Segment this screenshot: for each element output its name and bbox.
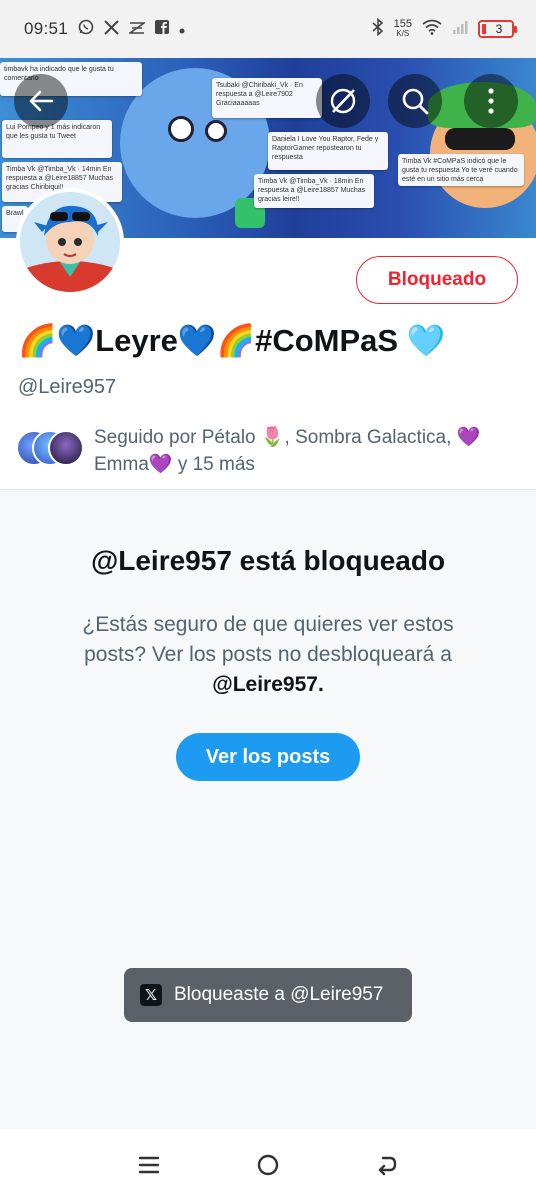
blocked-description-end: . [317, 673, 324, 696]
blocked-button[interactable]: Bloqueado [356, 256, 518, 304]
back-button[interactable] [14, 74, 68, 128]
profile-avatar[interactable] [16, 188, 124, 296]
profile-name: 🌈💙Leyre💙🌈#CoMPaS 🩵 [18, 323, 446, 358]
banner-card: Timba Vk @Timba_Vk · 18min En respuesta … [254, 174, 374, 208]
blocked-description-text: ¿Estás seguro de que quieres ver estos p… [82, 613, 454, 666]
blocked-content-area: @Leire957 está bloqueado ¿Estás seguro d… [0, 489, 536, 1129]
more-button[interactable] [464, 74, 518, 128]
blocked-toast: 𝕏 Bloqueaste a @Leire957 [124, 968, 412, 1022]
banner-card-text: timbavk ha indicado que le gusta tu come… [4, 66, 114, 82]
blocked-title: @Leire957 está bloqueado [90, 545, 446, 576]
banner-card: Tsubaki @Chiribaki_Vk · En respuesta a @… [212, 78, 322, 118]
signal-app-icon [127, 20, 147, 39]
speed-value: 155 [393, 18, 412, 30]
status-bar: 09:51 155 K/S 3 [0, 0, 536, 58]
back-icon [378, 1156, 396, 1175]
bluetooth-icon [372, 17, 384, 40]
banner-card-text: Timba Vk #CoMPaS indicó que le gusta tu … [402, 158, 518, 183]
status-time: 09:51 [24, 19, 69, 38]
banner-card-text: Timba Vk @Timba_Vk · 18min En respuesta … [258, 178, 366, 203]
x-logo-icon: 𝕏 [140, 984, 162, 1006]
blocked-description: ¿Estás seguro de que quieres ver estos p… [60, 610, 476, 700]
banner-card-text: Tsubaki @Chiribaki_Vk · En respuesta a @… [216, 82, 303, 107]
followed-by-text: Seguido por Pétalo 🌷, Sombra Galactica, … [94, 427, 481, 475]
blocked-description-handle: @Leire957 [212, 673, 318, 696]
follower-avatar [48, 430, 84, 466]
recent-apps-icon [139, 1156, 160, 1173]
back-nav-button[interactable] [367, 1145, 407, 1185]
cell-signal-icon [452, 19, 468, 39]
search-icon [402, 88, 429, 115]
banner-card-text: Daniela I Love You Raptor, Fede y Raptor… [272, 136, 379, 161]
banner-character-eye-right [205, 120, 227, 142]
x-icon [104, 19, 119, 39]
banner-card: Lui Pompeo y 1 más indicaron que les gus… [2, 120, 112, 158]
toast-text: Bloqueaste a @Leire957 [174, 984, 384, 1005]
banner-card-text: Timba Vk @Timba_Vk · 14min En respuesta … [6, 166, 114, 191]
banner-character-eye-left [168, 116, 194, 142]
slash-circle-icon [330, 88, 356, 114]
recent-apps-button[interactable] [129, 1145, 169, 1185]
banner-card-text: Brawl [6, 210, 24, 217]
avatar-illustration [20, 192, 120, 292]
network-speed: 155 K/S [394, 19, 412, 39]
home-button[interactable] [248, 1145, 288, 1185]
status-left: 09:51 [24, 19, 185, 39]
search-button[interactable] [388, 74, 442, 128]
dot-icon [179, 21, 185, 38]
arrow-left-icon [29, 90, 54, 112]
grok-button[interactable] [316, 74, 370, 128]
profile-handle: @Leire957 [18, 376, 117, 398]
facebook-icon [155, 20, 170, 38]
system-nav-bar [0, 1129, 536, 1200]
view-posts-button[interactable]: Ver los posts [176, 733, 360, 781]
battery-level: 3 [495, 22, 503, 36]
followed-by-row[interactable]: Seguido por Pétalo 🌷, Sombra Galactica, … [16, 424, 516, 478]
status-right: 155 K/S 3 [372, 17, 517, 40]
home-circle-icon [257, 1154, 279, 1175]
battery-icon: 3 [478, 20, 517, 38]
banner-character-right-glasses [445, 128, 515, 150]
banner-card: Timba Vk #CoMPaS indicó que le gusta tu … [398, 154, 524, 186]
followed-by-avatars [16, 430, 86, 470]
wifi-icon [422, 19, 442, 39]
whatsapp-icon [78, 19, 94, 39]
banner-card: Daniela I Love You Raptor, Fede y Raptor… [268, 132, 388, 170]
banner-card-text: Lui Pompeo y 1 más indicaron que les gus… [6, 124, 101, 140]
speed-unit: K/S [396, 29, 410, 38]
more-vertical-icon [488, 88, 494, 114]
